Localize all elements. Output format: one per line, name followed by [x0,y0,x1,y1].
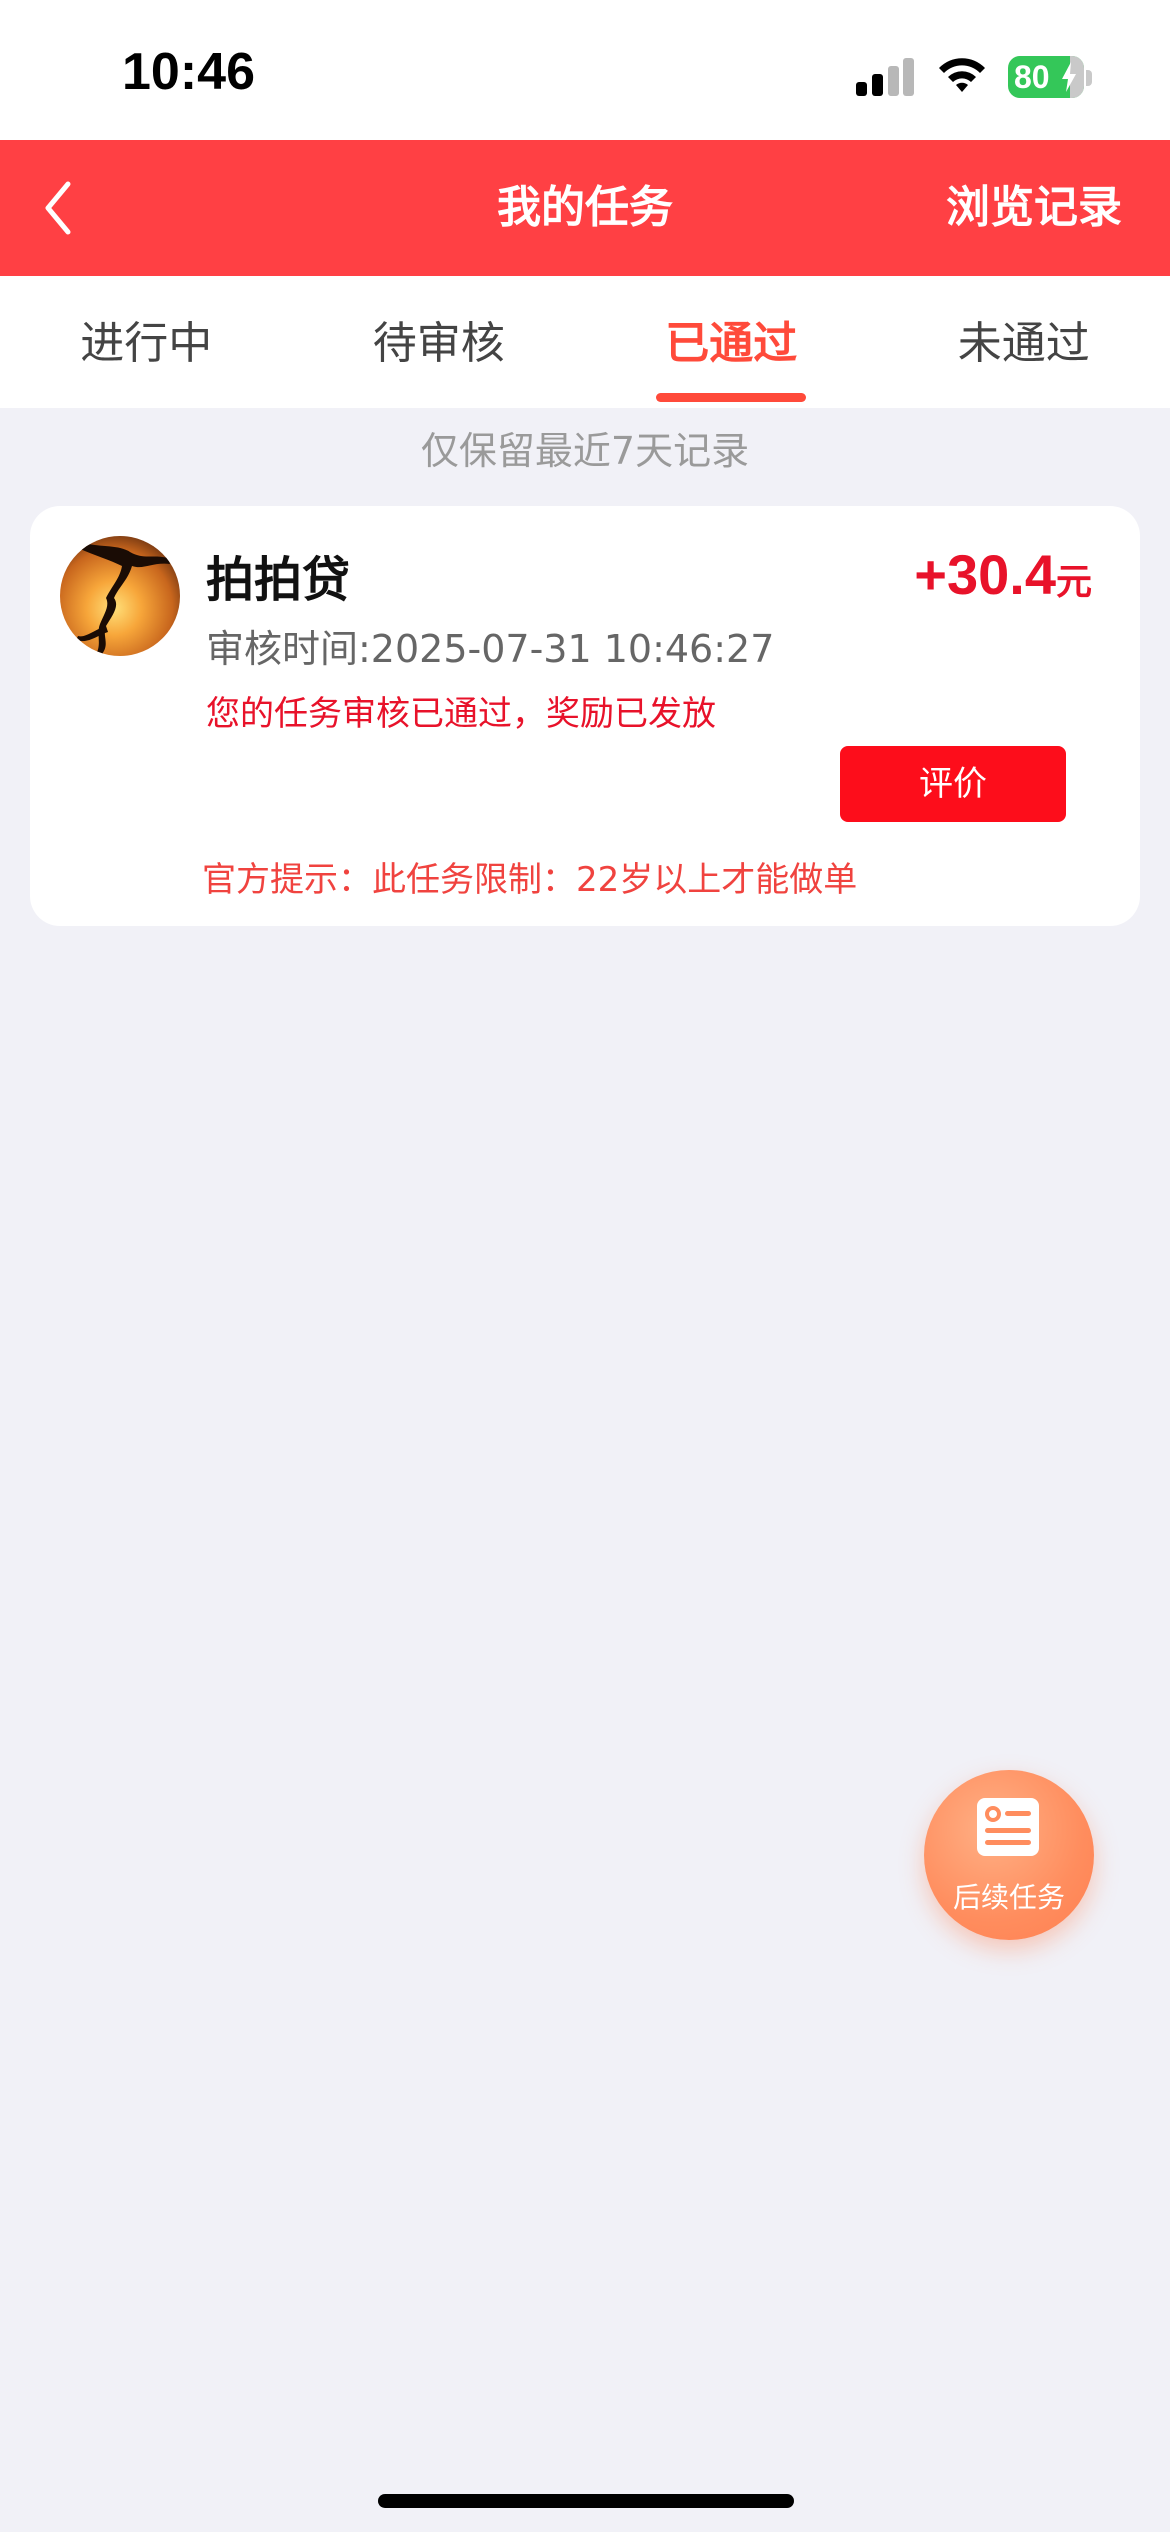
approval-message: 您的任务审核已通过，奖励已发放 [206,694,716,734]
official-tip: 官方提示：此任务限制：22岁以上才能做单 [202,860,858,900]
document-list-icon [977,1798,1039,1856]
home-indicator[interactable] [378,2494,794,2508]
browse-history-button[interactable]: 浏览记录 [946,140,1122,276]
retention-notice: 仅保留最近7天记录 [420,429,750,473]
battery-icon: 80 [1008,56,1084,98]
cellular-signal-icon [856,58,914,96]
tab-pending-review[interactable]: 待审核 [293,276,586,408]
wifi-icon [939,58,985,92]
active-tab-indicator [656,393,807,402]
header-bar: 我的任务 浏览记录 [0,140,1170,276]
tab-in-progress[interactable]: 进行中 [0,276,293,408]
tab-label: 进行中 [80,318,213,369]
back-chevron-icon[interactable] [30,170,110,246]
tab-approved[interactable]: 已通过 [585,276,878,408]
reward-unit: 元 [1055,561,1092,602]
reward-amount: +30.4元 [914,542,1092,607]
reward-value: +30.4 [914,543,1056,606]
rate-button[interactable]: 评价 [840,746,1066,822]
status-tabs: 进行中 待审核 已通过 未通过 [0,276,1170,408]
tab-label: 已通过 [665,318,798,369]
follow-up-tasks-button[interactable]: 后续任务 [924,1770,1094,1940]
tab-rejected[interactable]: 未通过 [878,276,1170,408]
status-time: 10:46 [122,43,255,101]
fab-label: 后续任务 [952,1881,1065,1914]
battery-level: 80 [1014,59,1050,95]
battery-cap [1086,70,1092,86]
review-time: 审核时间:2025-07-31 10:46:27 [206,627,775,671]
charging-bolt-icon [1062,62,1076,92]
task-card[interactable]: 拍拍贷 +30.4元 审核时间:2025-07-31 10:46:27 您的任务… [30,506,1140,926]
tab-label: 待审核 [372,318,505,369]
task-name: 拍拍贷 [206,552,351,608]
task-avatar [60,536,180,656]
tab-label: 未通过 [957,318,1090,369]
status-bar: 10:46 80 [0,0,1170,140]
